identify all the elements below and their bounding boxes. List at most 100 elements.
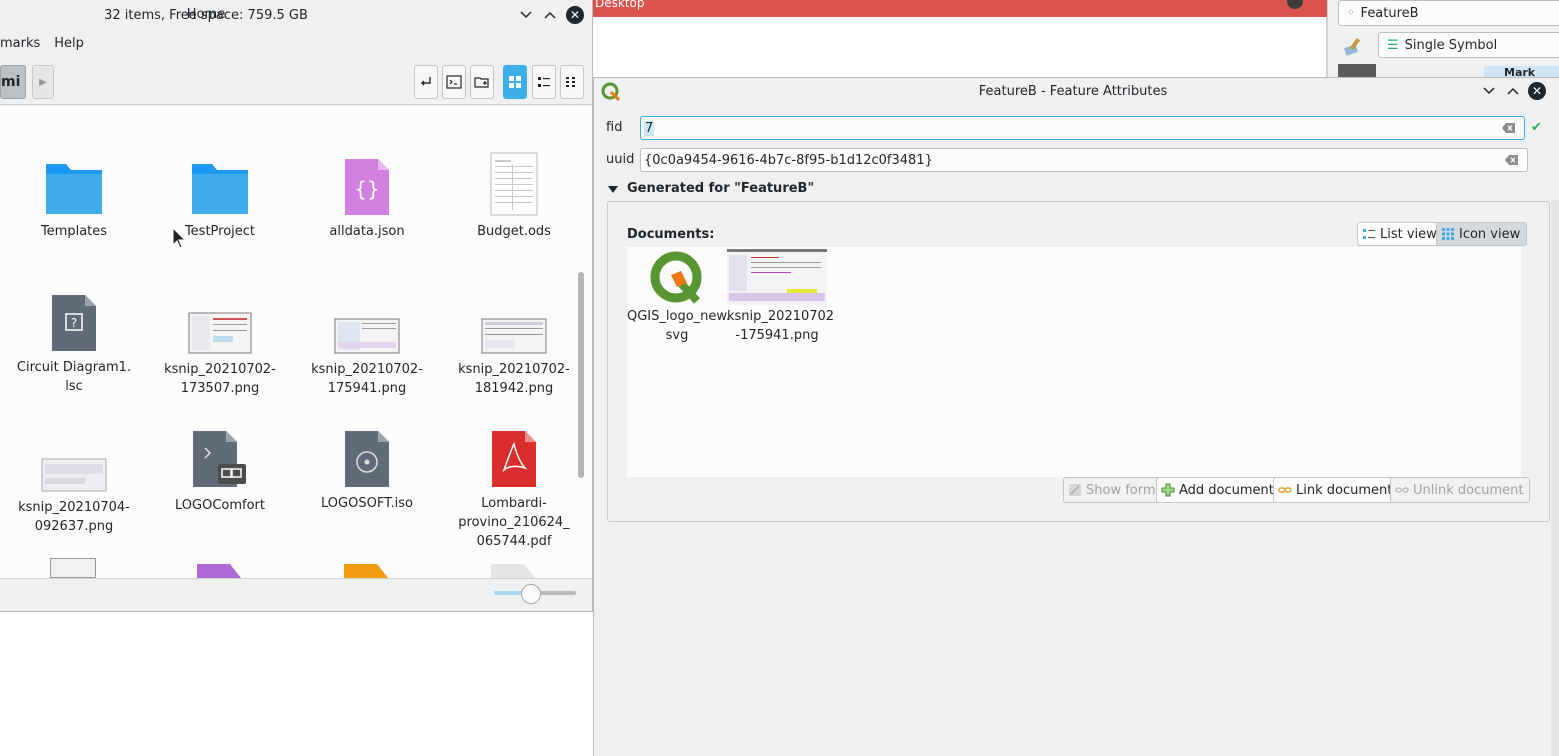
compact-view-icon [538, 77, 550, 87]
compact-view-button[interactable] [532, 65, 556, 99]
document-item[interactable]: QGIS_logo_new. svg [627, 249, 730, 345]
return-arrow-icon [421, 77, 431, 86]
terminal-button[interactable] [442, 65, 466, 99]
file-item[interactable]: ksnip_20210702- 181942.png [454, 318, 574, 398]
icons-view-icon [509, 76, 521, 88]
plus-icon [1161, 483, 1175, 497]
show-form-button[interactable]: Show form [1063, 477, 1163, 503]
document-name: QGIS_logo_new. svg [627, 309, 730, 343]
unlink-document-button[interactable]: Unlink document [1390, 477, 1531, 503]
fid-value: 7 [644, 120, 655, 136]
toolbar: mi ▶ [0, 57, 592, 105]
renderer-selector[interactable]: ☰ Single Symbol [1378, 32, 1559, 58]
list-view-label: List view [1380, 226, 1437, 242]
background-panel-edge [1551, 200, 1559, 756]
unlink-icon [1395, 487, 1409, 493]
uuid-field[interactable]: {0c0a9454-9616-4b7c-8f95-b1d12c0f3481} [640, 148, 1528, 172]
menu-help[interactable]: Help [54, 31, 84, 57]
image-thumbnail-icon [188, 312, 252, 354]
uuid-value: {0c0a9454-9616-4b7c-8f95-b1d12c0f3481} [644, 152, 933, 168]
file-name: Circuit Diagram1. lsc [16, 360, 132, 394]
icons-view-button[interactable] [503, 65, 527, 99]
file-name: ksnip_20210702- 173507.png [164, 362, 276, 396]
file-name: LOGOSOFT.iso [321, 496, 413, 511]
icon-view-button[interactable]: Icon view [1436, 222, 1528, 246]
point-layer-icon: ⁘ [1347, 8, 1355, 18]
group-title: Generated for "FeatureB" [627, 181, 815, 196]
clear-icon[interactable] [1505, 154, 1519, 166]
file-item[interactable]: {} alldata.json [307, 158, 427, 241]
uuid-label: uuid [606, 152, 635, 167]
minimize-button[interactable] [1480, 82, 1498, 100]
breadcrumb-segment[interactable]: mi [0, 65, 26, 99]
spreadsheet-thumbnail-icon [490, 152, 538, 216]
scrollbar[interactable] [578, 272, 584, 478]
minimize-button[interactable] [517, 6, 535, 24]
file-item[interactable]: ksnip_20210704- 092637.png [14, 458, 134, 536]
close-button[interactable]: ✕ [1528, 82, 1546, 100]
file-name: Budget.ods [477, 224, 551, 239]
group-toggle[interactable]: Generated for "FeatureB" [607, 181, 814, 196]
triangle-down-icon [608, 185, 618, 193]
chevron-right-icon: ▶ [39, 76, 47, 88]
file-item[interactable]: ? Circuit Diagram1. lsc [14, 294, 134, 396]
new-folder-icon [474, 77, 489, 88]
file-item[interactable]: Templates [14, 158, 134, 241]
image-thumbnail-icon [481, 318, 547, 354]
image-thumbnail-icon [50, 558, 96, 578]
document-name: ksnip_20210702 -175941.png [727, 309, 835, 343]
places-button[interactable] [414, 65, 438, 99]
icon-view-icon [1442, 228, 1454, 240]
unknown-file-icon: ? [52, 295, 96, 351]
file-name: Templates [40, 224, 108, 239]
chevron-up-icon [544, 11, 556, 19]
fid-field[interactable]: 7 [640, 116, 1525, 140]
close-icon: ✕ [569, 8, 581, 22]
unlink-document-label: Unlink document [1413, 482, 1524, 498]
file-item[interactable]: LOGOSOFT.iso [307, 430, 427, 513]
file-item[interactable]: LOGOComfort [160, 430, 280, 515]
file-item[interactable]: Budget.ods [454, 152, 574, 241]
symbol-preview [1338, 64, 1376, 78]
file-name: ksnip_20210702- 175941.png [311, 362, 423, 396]
list-view-button[interactable]: List view [1357, 222, 1444, 246]
menu-bookmarks[interactable]: marks [0, 31, 40, 57]
close-icon: ✕ [1531, 84, 1543, 98]
link-icon [1278, 487, 1292, 493]
new-folder-button[interactable] [470, 65, 494, 99]
icon-view-label: Icon view [1459, 226, 1521, 242]
maximize-button[interactable] [541, 6, 559, 24]
executable-file-icon [193, 431, 246, 487]
check-icon: ✔ [1531, 120, 1542, 135]
documents-view[interactable]: QGIS_logo_new. svg ksnip_20210702 -17594… [627, 247, 1521, 477]
layer-selector[interactable]: ⁘ FeatureB [1338, 0, 1559, 26]
folder-icon [46, 164, 102, 214]
details-view-button[interactable] [560, 65, 584, 99]
details-view-icon [566, 77, 575, 87]
link-document-button[interactable]: Link document [1273, 477, 1400, 503]
add-document-button[interactable]: Add document [1156, 477, 1281, 503]
zoom-slider-handle[interactable] [521, 584, 541, 604]
file-name: Lombardi- provino_210624_ 065744.pdf [458, 496, 570, 549]
file-icon [344, 564, 388, 578]
chevron-up-icon [1507, 87, 1519, 95]
background-window-body [593, 17, 1327, 77]
file-item[interactable]: Lombardi- provino_210624_ 065744.pdf [454, 430, 574, 551]
document-item[interactable]: ksnip_20210702 -175941.png [727, 249, 835, 345]
file-item[interactable]: ksnip_20210702- 173507.png [160, 312, 280, 398]
breadcrumb-next-button[interactable]: ▶ [32, 65, 54, 99]
disc-image-icon [345, 431, 389, 487]
qgis-logo-icon [650, 251, 702, 304]
maximize-button[interactable] [1504, 82, 1522, 100]
chevron-down-icon [520, 11, 532, 19]
close-button[interactable]: ✕ [566, 6, 584, 24]
clear-icon[interactable] [1502, 122, 1516, 134]
fid-label: fid [606, 120, 623, 135]
mouse-cursor-icon [172, 227, 186, 249]
show-form-label: Show form [1086, 482, 1156, 498]
folder-icon [192, 164, 248, 214]
file-icon [197, 564, 241, 578]
json-file-icon: {} [345, 159, 389, 215]
file-view[interactable]: Templates TestProject {} alldata.json Bu… [0, 106, 592, 578]
file-item[interactable]: ksnip_20210702- 175941.png [307, 318, 427, 398]
